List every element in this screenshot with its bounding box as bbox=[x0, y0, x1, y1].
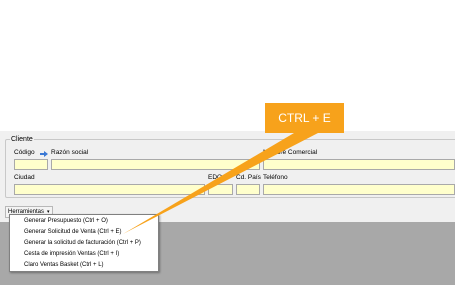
edo-label: EDO bbox=[208, 174, 223, 181]
codigo-field[interactable] bbox=[14, 159, 48, 170]
telefono-field[interactable] bbox=[263, 184, 455, 195]
menu-item-solicitud-venta[interactable]: Generar Solicitud de Venta (Ctrl + E) bbox=[24, 228, 122, 237]
ciudad-field[interactable] bbox=[14, 184, 205, 195]
codigo-label: Código bbox=[14, 149, 35, 156]
edo-field[interactable] bbox=[208, 184, 233, 195]
razon-social-label: Razón social bbox=[51, 149, 89, 156]
razon-social-field[interactable] bbox=[51, 159, 260, 170]
main-content-area bbox=[0, 0, 455, 132]
telefono-label: Teléfono bbox=[263, 174, 288, 181]
nombre-comercial-label: Nombre Comercial bbox=[263, 149, 318, 156]
shortcut-callout: CTRL + E bbox=[265, 103, 344, 133]
menu-item-claro-basket[interactable]: Claro Ventas Basket (Ctrl + L) bbox=[24, 261, 104, 270]
arrow-right-icon[interactable] bbox=[40, 151, 48, 157]
client-group-legend: Cliente bbox=[10, 135, 34, 144]
cd-pais-label: Cd. País bbox=[236, 174, 261, 181]
herramientas-menu: Generar Presupuesto (Ctrl + O) Generar S… bbox=[9, 214, 159, 272]
menu-item-solicitud-facturacion[interactable]: Generar la solicitud de facturación (Ctr… bbox=[24, 239, 141, 248]
separator bbox=[0, 131, 455, 137]
menu-item-cesta-impresion[interactable]: Cesta de impresión Ventas (Ctrl + I) bbox=[24, 250, 119, 259]
menu-item-presupuesto[interactable]: Generar Presupuesto (Ctrl + O) bbox=[24, 217, 108, 226]
ciudad-label: Ciudad bbox=[14, 174, 35, 181]
cd-pais-field[interactable] bbox=[236, 184, 260, 195]
nombre-comercial-field[interactable] bbox=[263, 159, 455, 170]
